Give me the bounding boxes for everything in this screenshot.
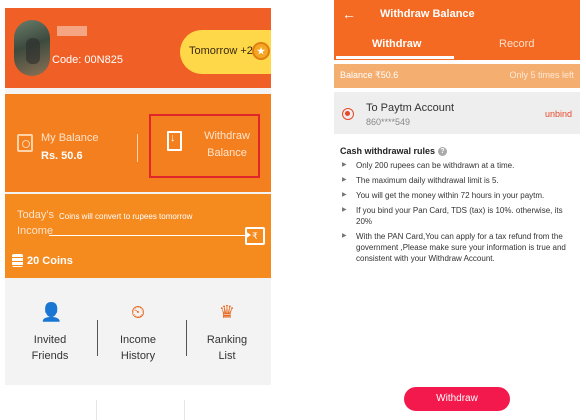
avatar[interactable] <box>14 20 50 76</box>
withdraw-label-line2: Balance <box>207 147 247 159</box>
rule-item: Only 200 rupees can be withdrawn at a ti… <box>340 160 574 171</box>
tab-withdraw[interactable]: Withdraw <box>372 38 421 50</box>
menu-label: List <box>218 350 236 362</box>
history-icon: ⏲ <box>130 302 146 322</box>
withdraw-balance-label: Withdraw Balance <box>197 128 257 162</box>
active-tab-indicator <box>336 56 454 59</box>
menu-invited-friends[interactable]: 👤 Invited Friends <box>15 302 85 364</box>
coin-icon: ★ <box>252 42 270 60</box>
rules-title: Cash withdrawal rules <box>340 146 436 156</box>
rupee-note-icon: ₹ <box>245 227 265 245</box>
back-arrow-icon[interactable]: ← <box>342 6 356 22</box>
divider <box>97 320 98 356</box>
earnings-screen: Code: 00N825 Tomorrow +25 ★ My Balance R… <box>5 8 271 385</box>
rule-item: If you bind your Pan Card, TDS (tax) is … <box>340 205 574 227</box>
wallet-icon <box>17 134 33 152</box>
rule-item: With the PAN Card,You can apply for a ta… <box>340 231 574 264</box>
withdraw-header: ← Withdraw Balance Withdraw Record <box>334 0 580 60</box>
withdraw-balance-screen: ← Withdraw Balance Withdraw Record Balan… <box>334 0 580 420</box>
divider <box>184 400 185 420</box>
convert-arrow-line <box>49 231 251 239</box>
withdraw-label-line1: Withdraw <box>204 130 250 142</box>
balance-label: Balance ₹50.6 <box>340 70 399 80</box>
bottom-menu: 👤 Invited Friends ⏲ Income History ♛ Ran… <box>5 280 271 385</box>
paytm-account-row[interactable]: To Paytm Account 860****549 unbind <box>334 92 580 134</box>
username-redacted <box>57 26 87 36</box>
withdraw-icon <box>167 131 182 151</box>
rule-item: You will get the money within 72 hours i… <box>340 190 574 201</box>
tab-record[interactable]: Record <box>499 38 534 50</box>
menu-label: Invited <box>33 334 67 346</box>
balance-panel: My Balance Rs. 50.6 Withdraw Balance <box>5 94 271 192</box>
rule-item: The maximum daily withdrawal limit is 5. <box>340 175 574 186</box>
tomorrow-bonus-button[interactable]: Tomorrow +25 ★ <box>180 30 271 74</box>
menu-ranking-list[interactable]: ♛ Ranking List <box>192 302 262 364</box>
times-left-label: Only 5 times left <box>509 70 574 80</box>
divider <box>186 320 187 356</box>
divider <box>96 400 97 420</box>
menu-income-history[interactable]: ⏲ Income History <box>103 302 173 364</box>
menu-label: History <box>120 350 156 362</box>
menu-label: Income <box>119 334 157 346</box>
my-balance-label: My Balance <box>41 132 99 144</box>
balance-bar: Balance ₹50.6 Only 5 times left <box>334 64 580 88</box>
today-income-panel[interactable]: Today's Income Coins will convert to rup… <box>5 194 271 278</box>
divider <box>137 134 138 162</box>
withdraw-balance-button[interactable]: Withdraw Balance <box>149 114 260 178</box>
today-label-line2: Income <box>17 225 54 237</box>
my-balance-value: Rs. 50.6 <box>41 150 83 162</box>
menu-label: Friends <box>31 350 69 362</box>
profile-header: Code: 00N825 Tomorrow +25 ★ <box>5 8 271 88</box>
coin-stack-icon <box>12 254 23 267</box>
account-number: 860****549 <box>366 117 411 127</box>
convert-note: Coins will convert to rupees tomorrow <box>59 212 193 221</box>
page-title: Withdraw Balance <box>380 8 475 20</box>
add-friend-icon: 👤 <box>40 302 63 322</box>
rules-list: Only 200 rupees can be withdrawn at a ti… <box>340 160 574 268</box>
ranking-icon: ♛ <box>218 302 236 322</box>
rules-heading: Cash withdrawal rules? <box>340 146 448 157</box>
tomorrow-bonus-label: Tomorrow +25 <box>189 45 260 57</box>
withdraw-button[interactable]: Withdraw <box>404 387 510 411</box>
today-coins-value: 20 Coins <box>27 255 73 267</box>
today-label-line1: Today's <box>17 209 54 221</box>
user-code: Code: 00N825 <box>52 54 123 66</box>
help-icon[interactable]: ? <box>438 147 448 157</box>
account-name: To Paytm Account <box>366 102 455 114</box>
account-radio[interactable] <box>342 108 354 120</box>
unbind-link[interactable]: unbind <box>545 109 572 119</box>
menu-label: Ranking <box>206 334 248 346</box>
